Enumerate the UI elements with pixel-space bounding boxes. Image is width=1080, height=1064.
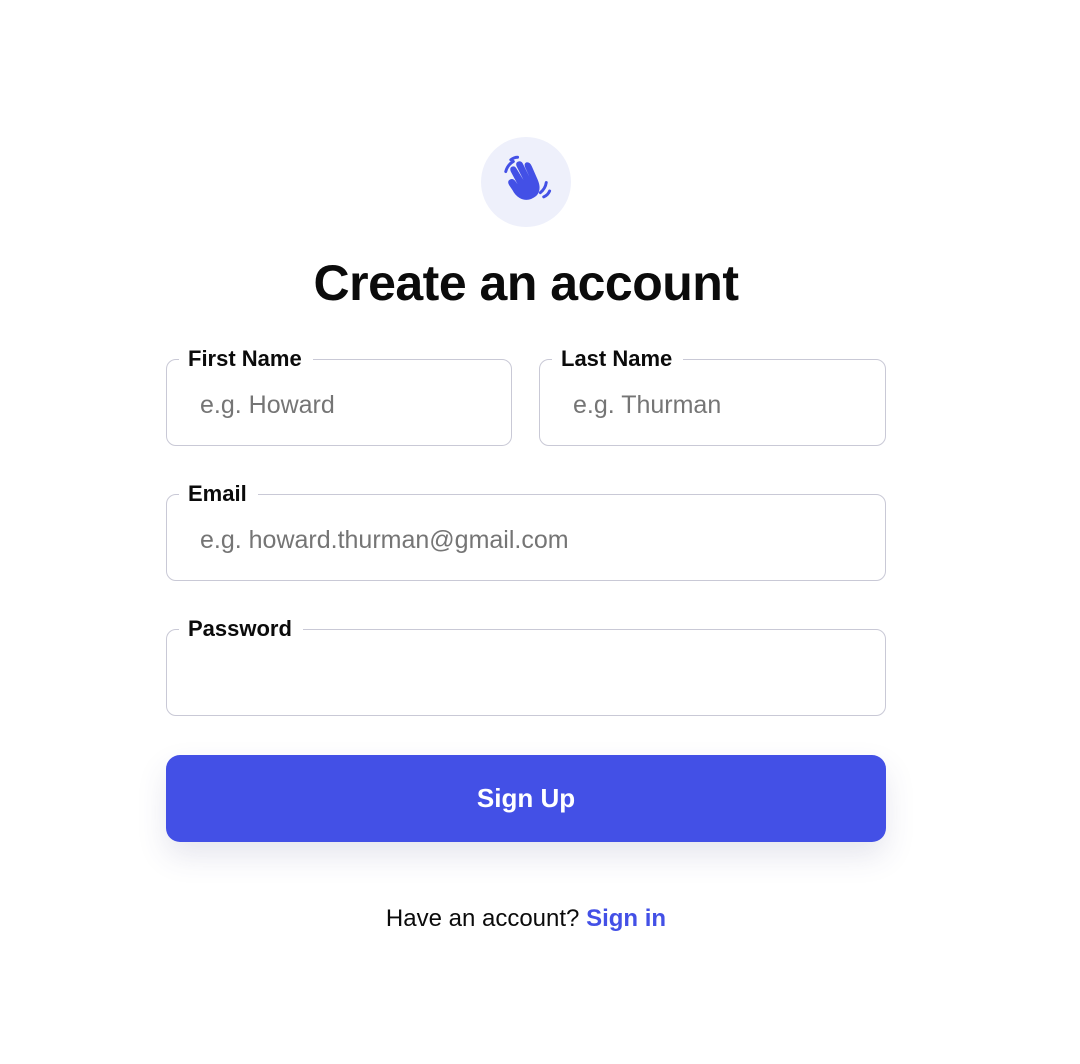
first-name-label: First Name: [179, 345, 313, 373]
first-name-field[interactable]: First Name: [166, 345, 512, 446]
sign-up-button[interactable]: Sign Up: [166, 755, 886, 842]
sign-in-link[interactable]: Sign in: [586, 905, 666, 932]
first-name-input[interactable]: [200, 386, 491, 424]
email-label: Email: [179, 480, 258, 508]
sign-in-prompt: Have an account? Sign in: [166, 905, 886, 933]
email-field[interactable]: Email: [166, 480, 886, 581]
page-title: Create an account: [313, 255, 739, 311]
sign-in-prompt-text: Have an account?: [385, 905, 580, 932]
email-input[interactable]: [200, 521, 865, 559]
password-field[interactable]: Password: [166, 615, 886, 716]
waving-hand-icon: [499, 153, 553, 212]
password-label: Password: [179, 615, 303, 643]
last-name-field[interactable]: Last Name: [539, 345, 886, 446]
logo-badge: [481, 137, 571, 227]
last-name-input[interactable]: [573, 386, 865, 424]
last-name-label: Last Name: [552, 345, 684, 373]
signup-page: Create an account First Name Last Name E…: [0, 0, 1080, 1064]
password-input[interactable]: [200, 656, 865, 694]
